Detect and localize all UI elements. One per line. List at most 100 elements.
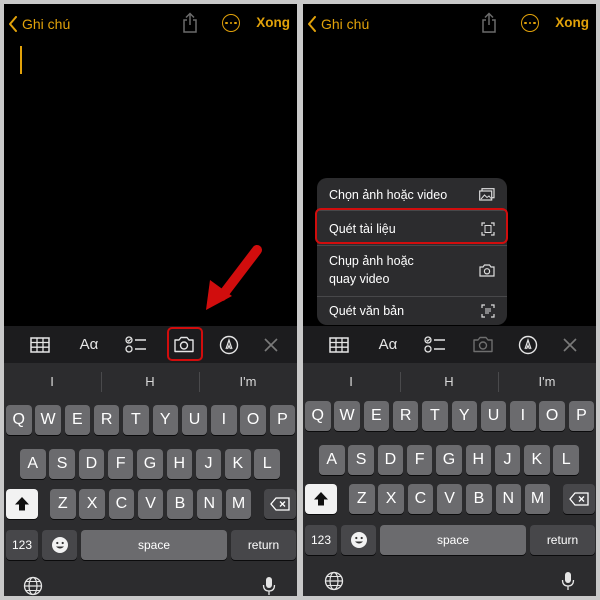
key-k[interactable]: K [225,449,251,479]
delete-key[interactable] [563,484,595,514]
suggestion-2[interactable]: H [401,374,497,389]
key-l[interactable]: L [254,449,280,479]
key-b[interactable]: B [466,484,492,514]
key-f[interactable]: F [107,449,134,479]
suggestion-1[interactable]: I [303,374,399,389]
more-options-button[interactable] [521,14,539,32]
return-key[interactable]: return [231,530,296,560]
share-icon [183,12,197,33]
back-button[interactable]: Ghi chú [8,14,70,34]
suggestion-3[interactable]: I'm [499,374,595,389]
key-g[interactable]: G [137,449,163,479]
scan-document-highlight-box [315,208,508,244]
menu-item-label: Quét văn bản [329,304,405,318]
key-t[interactable]: T [422,401,448,431]
shift-key[interactable] [6,489,38,519]
key-i[interactable]: I [510,401,536,431]
text-format-button[interactable]: Aα [373,326,403,363]
suggestion-1[interactable]: I [4,374,100,389]
key-d[interactable]: D [78,449,105,479]
key-s[interactable]: S [49,449,75,479]
key-c[interactable]: C [407,484,434,514]
key-a[interactable]: A [319,445,345,475]
key-z[interactable]: Z [50,489,76,519]
delete-key[interactable] [264,489,296,519]
key-s[interactable]: S [348,445,374,475]
text-format-button[interactable]: Aα [74,326,104,363]
key-o[interactable]: O [240,405,266,435]
key-w[interactable]: W [334,401,360,431]
more-options-button[interactable] [222,14,240,32]
space-key[interactable]: space [81,530,227,560]
key-i[interactable]: I [211,405,237,435]
share-button[interactable] [181,12,199,39]
key-p[interactable]: P [269,405,296,435]
key-d[interactable]: D [377,445,404,475]
shift-key[interactable] [305,484,337,514]
globe-button[interactable] [22,575,44,596]
key-o[interactable]: O [539,401,565,431]
menu-item-take-photo[interactable]: Chụp ảnh hoặc quay video [317,246,507,296]
key-b[interactable]: B [167,489,193,519]
checklist-button[interactable] [421,326,449,363]
emoji-key[interactable] [42,530,77,560]
key-y[interactable]: Y [152,405,178,435]
suggestion-3[interactable]: I'm [200,374,296,389]
key-e[interactable]: E [363,401,390,431]
key-x[interactable]: X [79,489,105,519]
return-key[interactable]: return [530,525,595,555]
key-p[interactable]: P [568,401,595,431]
table-button[interactable] [325,326,353,363]
key-u[interactable]: U [181,405,208,435]
key-n[interactable]: N [196,489,222,519]
globe-button[interactable] [323,570,345,592]
key-r[interactable]: R [93,405,120,435]
close-toolbar-button[interactable] [559,326,581,363]
key-n[interactable]: N [495,484,521,514]
key-z[interactable]: Z [349,484,375,514]
key-l[interactable]: L [553,445,579,475]
key-k[interactable]: K [524,445,550,475]
key-g[interactable]: G [436,445,462,475]
checklist-button[interactable] [122,326,150,363]
share-button[interactable] [480,12,498,39]
key-v[interactable]: V [137,489,164,519]
key-y[interactable]: Y [451,401,477,431]
dictation-button[interactable] [259,575,279,596]
back-label: Ghi chú [321,16,370,32]
key-h[interactable]: H [465,445,491,475]
done-button[interactable]: Xong [555,15,589,30]
key-q[interactable]: Q [6,405,32,435]
menu-item-choose-photo[interactable]: Chọn ảnh hoặc video [317,178,507,210]
emoji-key[interactable] [341,525,376,555]
key-t[interactable]: T [123,405,149,435]
key-e[interactable]: E [64,405,91,435]
key-r[interactable]: R [392,401,419,431]
key-j[interactable]: J [494,445,521,475]
menu-item-scan-text[interactable]: Quét văn bản [317,297,507,325]
key-w[interactable]: W [35,405,61,435]
key-a[interactable]: A [20,449,46,479]
key-u[interactable]: U [480,401,507,431]
markup-button[interactable] [513,326,543,363]
key-q[interactable]: Q [305,401,331,431]
numbers-key[interactable]: 123 [305,525,337,555]
key-x[interactable]: X [378,484,404,514]
key-m[interactable]: M [524,484,551,514]
space-key[interactable]: space [380,525,526,555]
camera-button[interactable] [467,326,499,363]
key-m[interactable]: M [225,489,252,519]
key-h[interactable]: H [166,449,192,479]
suggestion-2[interactable]: H [102,374,198,389]
dictation-button[interactable] [558,570,578,592]
markup-button[interactable] [214,326,244,363]
key-f[interactable]: F [406,445,433,475]
key-v[interactable]: V [436,484,463,514]
back-button[interactable]: Ghi chú [307,14,369,34]
key-c[interactable]: C [108,489,135,519]
done-button[interactable]: Xong [256,15,290,30]
numbers-key[interactable]: 123 [6,530,38,560]
key-j[interactable]: J [195,449,222,479]
close-toolbar-button[interactable] [260,326,282,363]
table-button[interactable] [26,326,54,363]
